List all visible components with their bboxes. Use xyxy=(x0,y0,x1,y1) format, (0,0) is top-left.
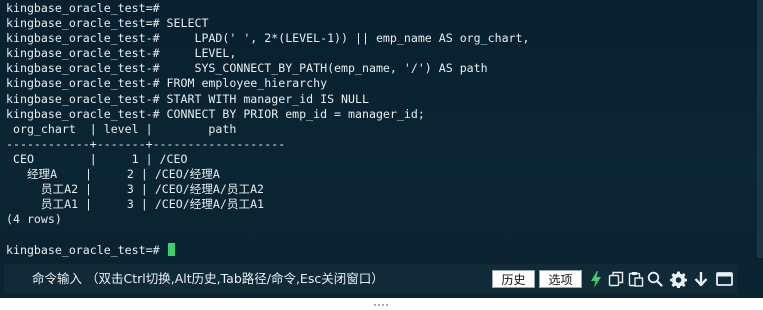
window-icon[interactable] xyxy=(715,270,733,288)
terminal-line: kingbase_oracle_test-# LPAD(' ', 2*(LEVE… xyxy=(6,31,530,46)
terminal-scrollbar[interactable] xyxy=(757,0,763,260)
result-header: org_chart | level | path xyxy=(6,121,237,136)
terminal-output: kingbase_oracle_test=# kingbase_oracle_t… xyxy=(6,1,530,258)
command-input-bar[interactable]: 命令输入 （双击Ctrl切换,Alt历史,Tab路径/命令,Esc关闭窗口） 历… xyxy=(4,264,737,294)
terminal-line: kingbase_oracle_test-# LEVEL, xyxy=(6,46,237,61)
terminal-line: kingbase_oracle_test-# START WITH manage… xyxy=(6,91,369,106)
terminal-window: kingbase_oracle_test=# kingbase_oracle_t… xyxy=(0,0,763,310)
command-input-hint[interactable]: 命令输入 （双击Ctrl切换,Alt历史,Tab路径/命令,Esc关闭窗口） xyxy=(32,264,384,294)
copy-icon[interactable] xyxy=(607,270,625,288)
terminal-line: kingbase_oracle_test-# FROM employee_hie… xyxy=(6,76,328,91)
result-row: 经理A | 2 | /CEO/经理A xyxy=(6,167,220,182)
download-icon[interactable] xyxy=(692,270,710,288)
row-count: (4 rows) xyxy=(6,212,62,227)
gear-icon[interactable] xyxy=(669,270,687,288)
search-icon[interactable] xyxy=(646,270,664,288)
prompt-text: kingbase_oracle_test=# xyxy=(6,242,167,257)
terminal-line: kingbase_oracle_test=# xyxy=(6,1,160,15)
active-prompt-line[interactable]: kingbase_oracle_test=# xyxy=(6,242,530,258)
terminal-panel[interactable]: kingbase_oracle_test=# kingbase_oracle_t… xyxy=(0,0,763,298)
terminal-line: kingbase_oracle_test-# CONNECT BY PRIOR … xyxy=(6,106,425,121)
terminal-line: kingbase_oracle_test-# SYS_CONNECT_BY_PA… xyxy=(6,61,488,76)
lightning-icon[interactable] xyxy=(587,270,605,288)
scrollbar-thumb[interactable] xyxy=(757,0,763,258)
options-button[interactable]: 选项 xyxy=(539,270,582,288)
result-row: 员工A2 | 3 | /CEO/经理A/员工A2 xyxy=(6,182,265,197)
result-separator: ------------+-------+------------------- xyxy=(6,136,286,151)
paste-icon[interactable] xyxy=(627,270,645,288)
history-button[interactable]: 历史 xyxy=(492,270,535,288)
resize-handle[interactable] xyxy=(374,304,388,308)
text-cursor xyxy=(167,242,175,256)
result-row: 员工A1 | 3 | /CEO/经理A/员工A1 xyxy=(6,197,265,212)
terminal-line: kingbase_oracle_test=# SELECT xyxy=(6,16,209,31)
result-row: CEO | 1 | /CEO xyxy=(6,151,188,166)
